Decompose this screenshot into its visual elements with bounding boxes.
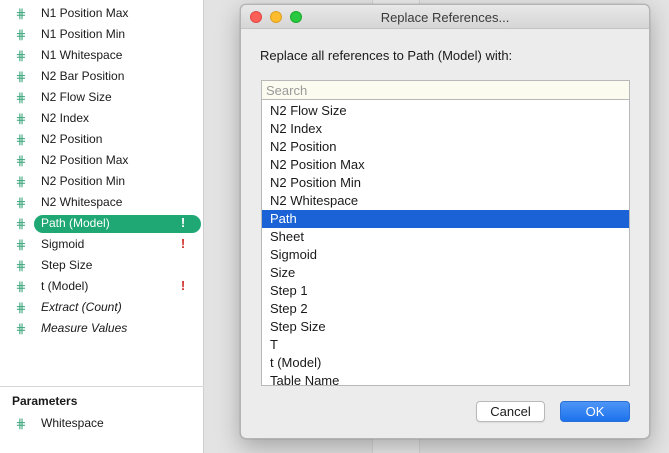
hash-icon: ⋕ xyxy=(15,111,27,126)
parameter-list: ⋕ Whitespace xyxy=(0,413,204,434)
field-item-measure-values[interactable]: ⋕ Measure Values xyxy=(0,318,204,339)
hash-icon: ⋕ xyxy=(15,321,27,336)
field-name: Path (Model) xyxy=(41,216,110,230)
option-t[interactable]: T xyxy=(262,336,629,354)
option-step-2[interactable]: Step 2 xyxy=(262,300,629,318)
field-name: N1 Position Min xyxy=(41,27,126,41)
field-name: N1 Position Max xyxy=(41,6,129,20)
field-name: t (Model) xyxy=(41,279,89,293)
hash-icon: ⋕ xyxy=(15,153,27,168)
hash-icon: ⋕ xyxy=(15,258,27,273)
hash-icon: ⋕ xyxy=(15,216,27,231)
field-name: N2 Index xyxy=(41,111,90,125)
field-item-n2-bar-position[interactable]: ⋕ N2 Bar Position xyxy=(0,66,204,87)
field-item-step-size[interactable]: ⋕ Step Size xyxy=(0,255,204,276)
hash-icon: ⋕ xyxy=(15,195,27,210)
warning-icon: ! xyxy=(180,215,186,230)
search-input[interactable] xyxy=(261,80,630,100)
field-name: N2 Flow Size xyxy=(41,90,112,104)
field-item-n2-flow-size[interactable]: ⋕ N2 Flow Size xyxy=(0,87,204,108)
option-n2-position-max[interactable]: N2 Position Max xyxy=(262,156,629,174)
option-path[interactable]: Path xyxy=(262,210,629,228)
replacement-field-list[interactable]: N2 Flow Size N2 Index N2 Position N2 Positi… xyxy=(261,100,630,386)
option-n2-whitespace[interactable]: N2 Whitespace xyxy=(262,192,629,210)
hash-icon: ⋕ xyxy=(15,279,27,294)
option-step-1[interactable]: Step 1 xyxy=(262,282,629,300)
option-size[interactable]: Size xyxy=(262,264,629,282)
field-item-n2-position-max[interactable]: ⋕ N2 Position Max xyxy=(0,150,204,171)
parameters-title: Parameters xyxy=(12,394,78,408)
dialog-title: Replace References... xyxy=(380,10,510,25)
warning-icon: ! xyxy=(180,236,186,251)
ok-button[interactable]: OK xyxy=(560,401,630,422)
field-item-path-model[interactable]: ⋕ Path (Model)! xyxy=(0,213,204,234)
field-name: N2 Position xyxy=(41,132,103,146)
hash-icon: ⋕ xyxy=(15,416,27,431)
hash-icon: ⋕ xyxy=(15,237,27,252)
hash-icon: ⋕ xyxy=(15,174,27,189)
option-n2-position-min[interactable]: N2 Position Min xyxy=(262,174,629,192)
field-name: N2 Bar Position xyxy=(41,69,125,83)
hash-icon: ⋕ xyxy=(15,27,27,42)
field-name: Step Size xyxy=(41,258,93,272)
field-item-n1-whitespace[interactable]: ⋕ N1 Whitespace xyxy=(0,45,204,66)
parameters-divider xyxy=(0,386,204,387)
field-list: ⋕ N1 Position Max ⋕ N1 Position Min ⋕ N1 Whit… xyxy=(0,3,204,339)
field-name: Sigmoid xyxy=(41,237,85,251)
cancel-button[interactable]: Cancel xyxy=(476,401,545,422)
field-name: N1 Whitespace xyxy=(41,48,123,62)
field-name: N2 Position Max xyxy=(41,153,129,167)
hash-icon: ⋕ xyxy=(15,48,27,63)
dialog-prompt: Replace all references to Path (Model) w… xyxy=(260,48,513,63)
field-item-t-model[interactable]: ⋕ t (Model)! xyxy=(0,276,204,297)
field-item-n1-position-min[interactable]: ⋕ N1 Position Min xyxy=(0,24,204,45)
hash-icon: ⋕ xyxy=(15,69,27,84)
field-item-extract-count[interactable]: ⋕ Extract (Count) xyxy=(0,297,204,318)
field-name: N2 Whitespace xyxy=(41,195,123,209)
field-item-n2-position[interactable]: ⋕ N2 Position xyxy=(0,129,204,150)
option-n2-index[interactable]: N2 Index xyxy=(262,120,629,138)
data-pane: ⋕ N1 Position Max ⋕ N1 Position Min ⋕ N1 Whit… xyxy=(0,0,204,453)
option-n2-position[interactable]: N2 Position xyxy=(262,138,629,156)
field-item-n2-position-min[interactable]: ⋕ N2 Position Min xyxy=(0,171,204,192)
parameter-item-whitespace[interactable]: ⋕ Whitespace xyxy=(0,413,204,434)
option-sigmoid[interactable]: Sigmoid xyxy=(262,246,629,264)
replace-references-dialog: Replace References... Replace all refere… xyxy=(240,4,650,439)
field-name: Measure Values xyxy=(41,321,128,335)
option-step-size[interactable]: Step Size xyxy=(262,318,629,336)
option-sheet[interactable]: Sheet xyxy=(262,228,629,246)
dialog-titlebar: Replace References... xyxy=(241,5,649,29)
hash-icon: ⋕ xyxy=(15,132,27,147)
field-name: N2 Position Min xyxy=(41,174,126,188)
field-item-sigmoid[interactable]: ⋕ Sigmoid! xyxy=(0,234,204,255)
field-item-n2-whitespace[interactable]: ⋕ N2 Whitespace xyxy=(0,192,204,213)
field-item-n2-index[interactable]: ⋕ N2 Index xyxy=(0,108,204,129)
hash-icon: ⋕ xyxy=(15,6,27,21)
hash-icon: ⋕ xyxy=(15,300,27,315)
option-n2-flow-size[interactable]: N2 Flow Size xyxy=(262,102,629,120)
field-name: Extract (Count) xyxy=(41,300,122,314)
field-item-n1-position-max[interactable]: ⋕ N1 Position Max xyxy=(0,3,204,24)
hash-icon: ⋕ xyxy=(15,90,27,105)
warning-icon: ! xyxy=(180,278,186,293)
option-t-model[interactable]: t (Model) xyxy=(262,354,629,372)
option-table-name[interactable]: Table Name xyxy=(262,372,629,385)
parameter-name: Whitespace xyxy=(41,416,104,430)
